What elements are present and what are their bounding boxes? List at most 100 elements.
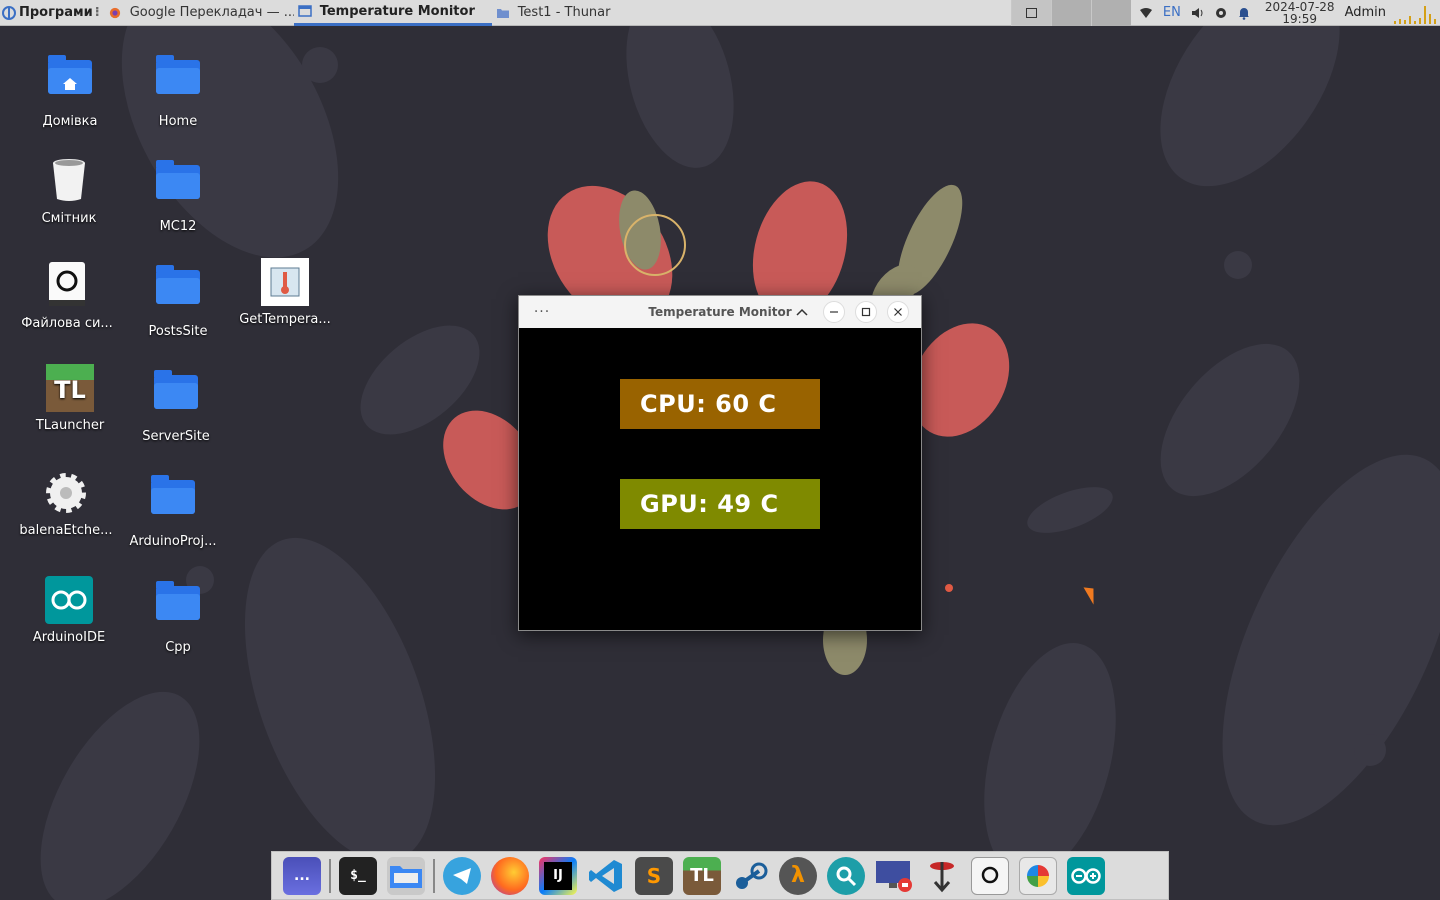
desktop-icon-trash[interactable]: Смітник bbox=[19, 157, 119, 226]
window-menu-button[interactable]: ··· bbox=[519, 304, 565, 320]
desktop-icon-label: Home bbox=[158, 114, 198, 129]
desktop-icon-label: balenaEtche... bbox=[19, 523, 113, 538]
taskbar-item-google-translate[interactable]: Google Перекладач — ... bbox=[104, 0, 294, 26]
drive-icon bbox=[971, 856, 1009, 895]
notification-bell-icon[interactable] bbox=[1237, 6, 1251, 20]
dock-item-intellij[interactable]: IJ bbox=[534, 854, 582, 898]
folder-icon bbox=[496, 8, 509, 18]
show-desktop-icon: ... bbox=[283, 856, 321, 895]
clock-time: 19:59 bbox=[1282, 11, 1317, 26]
workspace-3[interactable] bbox=[1090, 0, 1131, 26]
dock-separator bbox=[329, 858, 331, 893]
dock-item-steam[interactable] bbox=[726, 854, 774, 898]
dock-item-search[interactable] bbox=[822, 854, 870, 898]
dock-item-tlauncher[interactable]: TL bbox=[678, 854, 726, 898]
desktop-icon-label: Домівка bbox=[42, 114, 98, 129]
dock-item-sublime[interactable]: S bbox=[630, 854, 678, 898]
volume-icon[interactable] bbox=[1191, 6, 1205, 20]
desktop-icon-label: Cpp bbox=[165, 640, 191, 655]
dock-item-downloader[interactable] bbox=[918, 854, 966, 898]
dock-item-telegram[interactable] bbox=[438, 854, 486, 898]
intellij-label: IJ bbox=[544, 861, 572, 890]
telegram-icon bbox=[443, 856, 481, 895]
trash-icon bbox=[45, 157, 93, 205]
dock-item-firefox[interactable] bbox=[486, 854, 534, 898]
desktop-icon-home[interactable]: Home bbox=[128, 52, 228, 129]
taskbar-item-thunar[interactable]: Test1 - Thunar bbox=[492, 0, 642, 26]
folder-icon bbox=[154, 55, 202, 108]
desktop-icon-label: Смітник bbox=[41, 211, 97, 226]
desktop-icon-label: ServerSite bbox=[142, 429, 210, 444]
window-titlebar[interactable]: ··· Temperature Monitor bbox=[519, 296, 921, 328]
dock-item-disks[interactable] bbox=[966, 854, 1014, 898]
terminal-icon: $_ bbox=[339, 856, 377, 895]
top-panel: Програми ⁝ Google Перекладач — ... Tempe… bbox=[0, 0, 1440, 26]
download-icon bbox=[923, 857, 961, 895]
dock-item-image-viewer[interactable] bbox=[1014, 854, 1062, 898]
desktop-icon-home-ua[interactable]: Домівка bbox=[20, 52, 120, 129]
shade-button[interactable] bbox=[791, 301, 813, 323]
screen-recorder-icon bbox=[875, 857, 913, 895]
keyboard-layout-indicator[interactable]: EN bbox=[1163, 5, 1181, 20]
desktop-icon-label: MC12 bbox=[159, 219, 197, 234]
dock-item-terminal[interactable]: $_ bbox=[334, 854, 382, 898]
maximize-button[interactable] bbox=[855, 301, 877, 323]
desktop-icon-label: Файлова си... bbox=[21, 316, 113, 331]
folder-icon bbox=[149, 475, 197, 528]
clock[interactable]: 2024-07-28 19:59 bbox=[1259, 1, 1341, 25]
file-manager-icon bbox=[387, 856, 425, 895]
svg-text:TL: TL bbox=[54, 376, 86, 404]
gpu-temperature-label: GPU: 49 C bbox=[620, 479, 820, 529]
desktop-icon-arduinoprojects[interactable]: ArduinoProj... bbox=[123, 472, 223, 549]
applications-menu-button[interactable]: Програми ⁝ bbox=[0, 0, 104, 26]
search-icon bbox=[827, 856, 865, 895]
taskbar-item-temperature-monitor[interactable]: Temperature Monitor bbox=[293, 0, 492, 26]
dock-item-screen-recorder[interactable] bbox=[870, 854, 918, 898]
dock-item-half-life[interactable]: λ bbox=[774, 854, 822, 898]
workspace-2[interactable] bbox=[1050, 0, 1091, 26]
desktop-icon-tlauncher[interactable]: TL TLauncher bbox=[20, 364, 120, 433]
desktop-icon-filesystem[interactable]: Файлова си... bbox=[17, 262, 117, 331]
dock-item-show-desktop[interactable]: ... bbox=[278, 854, 326, 898]
user-menu[interactable]: Admin bbox=[1341, 5, 1394, 20]
thermometer-chip-icon bbox=[261, 258, 309, 306]
half-life-icon: λ bbox=[779, 856, 817, 895]
workspace-switcher bbox=[1010, 0, 1131, 26]
workspace-1[interactable] bbox=[1010, 0, 1051, 26]
folder-icon bbox=[152, 370, 200, 423]
update-notifier-icon[interactable] bbox=[1215, 7, 1227, 19]
dock-item-vscode[interactable] bbox=[582, 854, 630, 898]
desktop-icon-gettemperature[interactable]: GetTempera... bbox=[235, 258, 335, 327]
vscode-icon bbox=[587, 857, 625, 895]
taskbar-item-label: Google Перекладач — ... bbox=[129, 5, 294, 20]
system-tray: EN bbox=[1131, 0, 1259, 26]
dock-item-file-manager[interactable] bbox=[382, 854, 430, 898]
minimize-button[interactable] bbox=[823, 301, 845, 323]
desktop-icon-mc12[interactable]: MC12 bbox=[128, 157, 228, 234]
steam-icon bbox=[731, 857, 769, 895]
chevron-up-icon bbox=[796, 308, 808, 316]
temperature-monitor-window: ··· Temperature Monitor CPU: 60 C GPU: 4… bbox=[518, 295, 922, 631]
dock-item-arduino[interactable] bbox=[1062, 854, 1110, 898]
arduino-icon bbox=[1067, 856, 1105, 895]
tlauncher-icon: TL bbox=[683, 856, 721, 895]
cpu-load-graph bbox=[1394, 2, 1440, 24]
firefox-icon bbox=[109, 7, 120, 18]
folder-icon bbox=[154, 581, 202, 634]
window-icon bbox=[297, 5, 312, 17]
desktop-icon-serversite[interactable]: ServerSite bbox=[126, 367, 226, 444]
desktop-icon-arduinoide[interactable]: ArduinoIDE bbox=[19, 576, 119, 645]
maximize-icon bbox=[861, 307, 871, 317]
close-button[interactable] bbox=[887, 301, 909, 323]
sublime-icon: S bbox=[635, 856, 673, 895]
wifi-icon[interactable] bbox=[1139, 7, 1153, 19]
gear-icon bbox=[42, 469, 90, 517]
desktop-icon-postssite[interactable]: PostsSite bbox=[128, 262, 228, 339]
drive-icon bbox=[43, 262, 91, 310]
intellij-icon: IJ bbox=[539, 856, 577, 895]
desktop-icon-cpp[interactable]: Cpp bbox=[128, 578, 228, 655]
cpu-temperature-label: CPU: 60 C bbox=[620, 379, 820, 429]
desktop-icon-balenaetcher[interactable]: balenaEtche... bbox=[16, 469, 116, 538]
desktop-icon-label: GetTempera... bbox=[239, 312, 331, 327]
arduino-icon bbox=[45, 576, 93, 624]
